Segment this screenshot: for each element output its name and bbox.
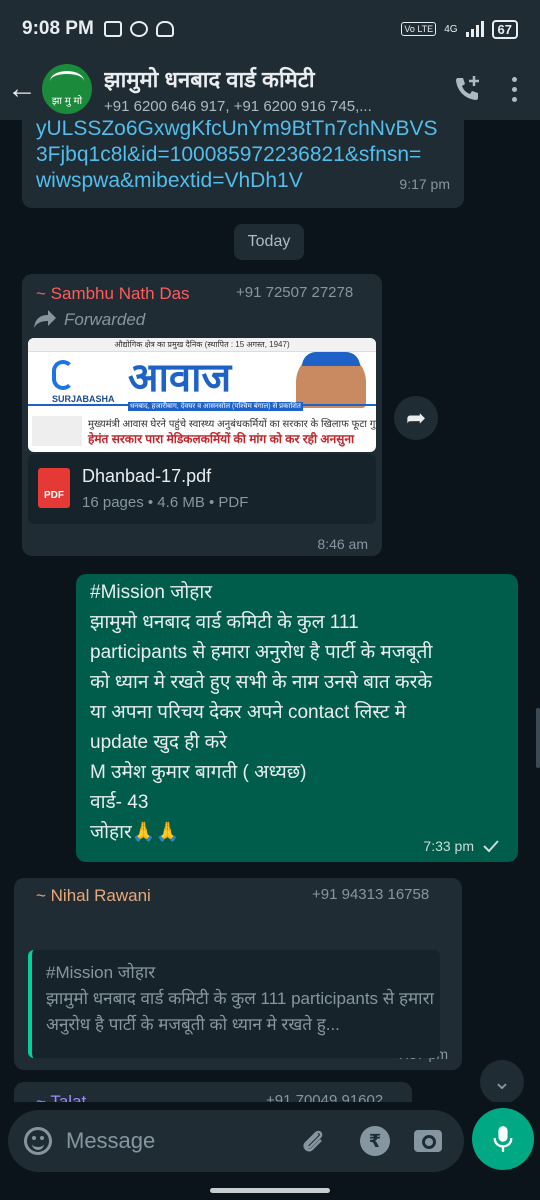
emoji-icon[interactable] <box>24 1127 52 1155</box>
thumb-sidebar <box>32 416 82 446</box>
volte-indicator: Vo LTE <box>401 22 437 36</box>
notification-app-icon <box>103 21 122 37</box>
quoted-body: झामुमो धनबाद वार्ड कमिटी के कुल 111 part… <box>46 989 434 1034</box>
message-bubble-outgoing[interactable]: #Mission जोहार झामुमो धनबाद वार्ड कमिटी … <box>76 574 518 862</box>
message-input[interactable] <box>66 1110 286 1172</box>
scrollbar-thumb[interactable] <box>536 708 540 768</box>
thumb-tagline: धनबाद, हजारीबाग, देवघर व आसनसोल (पश्चिम … <box>128 402 303 411</box>
cloud-icon <box>155 21 174 37</box>
forwarded-label: Forwarded <box>64 310 146 329</box>
file-info: 16 pages • 4.6 MB • PDF <box>82 494 249 511</box>
payment-rupee-icon[interactable]: ₹ <box>360 1126 390 1156</box>
delivered-check-icon <box>483 840 499 853</box>
message-link-line[interactable]: yULSSZo6GxwgKfcUnYm9BtTn7chNvBVS <box>36 120 437 142</box>
message-bubble-link[interactable]: yULSSZo6GxwgKfcUnYm9BtTn7chNvBVS 3Fjbq1c… <box>22 120 464 208</box>
home-gesture-handle[interactable] <box>210 1188 330 1193</box>
date-divider: Today <box>234 224 304 260</box>
share-forward-icon[interactable]: ➦ <box>394 396 438 440</box>
quoted-message[interactable]: #Mission जोहार झामुमो धनबाद वार्ड कमिटी … <box>28 950 440 1058</box>
logo-text: SURJABASHA <box>52 394 115 404</box>
thumb-headline: मुख्यमंत्री आवास घेरने पहुंचे स्वास्थ्य … <box>88 419 376 430</box>
camera-icon[interactable] <box>414 1130 442 1152</box>
document-preview[interactable]: औद्योगिक क्षेत्र का प्रमुख दैनिक (स्थापि… <box>28 338 376 452</box>
sender-phone: +91 94313 16758 <box>312 886 430 903</box>
status-time: 9:08 PM <box>22 18 94 39</box>
system-nav-bar <box>0 1178 540 1200</box>
message-line: update खुद ही करे <box>90 732 227 753</box>
message-line: को ध्यान मे रखते हुए सभी के नाम उनसे बात… <box>90 672 432 693</box>
forward-icon <box>34 310 56 328</box>
more-options-icon[interactable] <box>512 76 518 102</box>
avatar-label: झा मु मो <box>51 96 83 107</box>
mic-button[interactable] <box>472 1108 534 1170</box>
sender-phone: +91 72507 27278 <box>236 284 354 301</box>
chat-header: ← झा मु मो झामुमो धनबाद वार्ड कमिटी +91 … <box>0 58 540 120</box>
message-link-line[interactable]: wiwspwa&mibextid=VhDh1V <box>36 168 303 194</box>
bow-arrow-icon <box>50 71 84 91</box>
sender-name[interactable]: ~ Nihal Rawani <box>36 886 151 906</box>
sender-phone: +91 70049 91602 <box>266 1092 384 1102</box>
group-name: झामुमो धनबाद वार्ड कमिटी <box>104 66 315 92</box>
newspaper-title: आवाज <box>128 356 232 400</box>
status-bar: 9:08 PM Vo LTE 4G 67 <box>0 0 540 58</box>
message-line: participants से हमारा अनुरोध है पार्टी क… <box>90 642 433 663</box>
group-info[interactable]: झामुमो धनबाद वार्ड कमिटी +91 6200 646 91… <box>104 64 452 115</box>
signal-icon <box>465 21 484 37</box>
message-line: जोहार🙏🙏 <box>90 822 180 843</box>
message-line: या अपना परिचय देकर अपने contact लिस्ट मे <box>90 702 406 723</box>
add-call-icon[interactable] <box>452 74 482 104</box>
back-arrow-icon[interactable]: ← <box>2 72 42 106</box>
message-line: झामुमो धनबाद वार्ड कमिटी के कुल 111 <box>90 612 359 633</box>
message-time: 9:17 pm <box>399 176 450 192</box>
thumb-masthead: औद्योगिक क्षेत्र का प्रमुख दैनिक (स्थापि… <box>28 338 376 352</box>
message-link-line[interactable]: 3Fjbq1c8l&id=100085972236821&sfnsn= <box>36 142 421 168</box>
notification-app-icon <box>129 21 148 37</box>
network-type: 4G <box>444 23 458 35</box>
scroll-down-icon[interactable]: ⌄ <box>480 1060 524 1102</box>
sender-name[interactable]: ~ Talat <box>36 1092 86 1102</box>
sender-name[interactable]: ~ Sambhu Nath Das <box>36 284 190 304</box>
message-time: 7:33 pm <box>423 838 474 854</box>
file-name: Dhanbad-17.pdf <box>82 466 212 486</box>
thumb-photo <box>296 352 366 408</box>
battery-level: 67 <box>491 19 518 39</box>
group-avatar[interactable]: झा मु मो <box>42 64 92 114</box>
message-line: M उमेश कुमार बागती ( अध्यछ) <box>90 762 307 783</box>
message-bubble-partial[interactable]: ~ Talat +91 70049 91602 <box>14 1082 412 1102</box>
message-line: #Mission जोहार <box>90 582 213 603</box>
group-members: +91 6200 646 917, +91 6200 916 745,... <box>104 97 372 115</box>
microphone-icon <box>493 1126 513 1152</box>
notification-icons <box>103 21 174 37</box>
message-input-bar: ₹ <box>8 1110 464 1172</box>
newspaper-logo: SURJABASHA <box>52 360 115 408</box>
document-file[interactable]: PDF Dhanbad-17.pdf 16 pages • 4.6 MB • P… <box>28 454 376 524</box>
pdf-icon: PDF <box>38 468 70 508</box>
chat-area[interactable]: yULSSZo6GxwgKfcUnYm9BtTn7chNvBVS 3Fjbq1c… <box>0 120 540 1102</box>
thumb-headline-main: हेमंत सरकार पारा मेडिकलकर्मियों की मांग … <box>88 432 355 446</box>
quoted-title: #Mission जोहार <box>46 963 156 982</box>
message-time: 8:46 am <box>317 536 368 552</box>
message-line: वार्ड- 43 <box>90 792 149 813</box>
attach-icon[interactable] <box>298 1126 328 1156</box>
